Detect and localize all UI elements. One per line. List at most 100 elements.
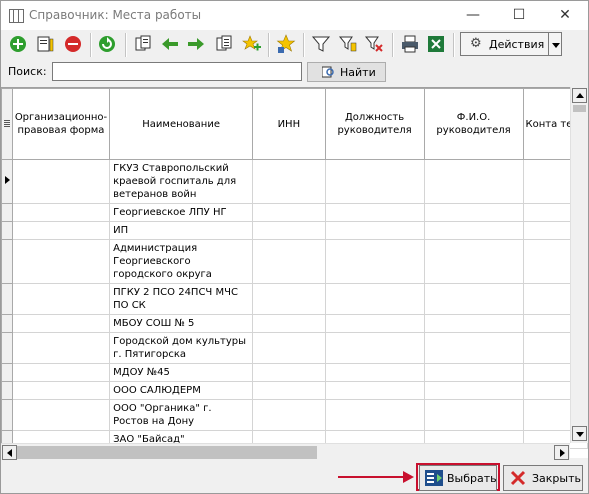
scroll-left-button[interactable] — [2, 445, 17, 460]
actions-dropdown-button[interactable] — [548, 32, 562, 56]
cell-inn[interactable] — [252, 381, 326, 400]
cell-name[interactable]: ПГКУ 2 ПСО 24ПСЧ МЧС ПО СК — [109, 283, 254, 315]
copy-icon[interactable] — [132, 33, 154, 55]
cell-head-name[interactable] — [423, 283, 524, 315]
horizontal-scroll-thumb[interactable] — [17, 446, 317, 459]
table-row[interactable]: Администрация Георгиевского городского о… — [1, 239, 588, 284]
close-window-button[interactable]: ✕ — [542, 1, 588, 30]
cell-position[interactable] — [324, 381, 425, 400]
cell-inn[interactable] — [252, 363, 326, 382]
table-row[interactable]: Георгиевское ЛПУ НГ — [1, 203, 588, 222]
cell-position[interactable] — [324, 221, 425, 240]
cell-form[interactable] — [11, 314, 111, 333]
cell-inn[interactable] — [252, 221, 326, 240]
table-row[interactable]: ИП — [1, 221, 588, 240]
row-indicator[interactable] — [1, 159, 13, 204]
cell-position[interactable] — [324, 239, 425, 284]
cell-head-name[interactable] — [423, 332, 524, 364]
cell-name[interactable]: ГКУЗ Ставропольский краевой госпиталь дл… — [109, 159, 254, 204]
search-input[interactable] — [52, 62, 302, 81]
filter-edit-icon[interactable] — [337, 33, 359, 55]
close-button[interactable]: Закрыть — [503, 465, 583, 491]
cell-head-name[interactable] — [423, 159, 524, 204]
cell-form[interactable] — [11, 159, 111, 204]
column-chooser-icon[interactable] — [1, 88, 13, 160]
cell-name[interactable]: Городской дом культуры г. Пятигорска — [109, 332, 254, 364]
row-indicator[interactable] — [1, 332, 13, 364]
cell-inn[interactable] — [252, 239, 326, 284]
cell-position[interactable] — [324, 363, 425, 382]
cell-position[interactable] — [324, 332, 425, 364]
cell-position[interactable] — [324, 314, 425, 333]
cell-form[interactable] — [11, 332, 111, 364]
vertical-scrollbar[interactable] — [570, 87, 588, 443]
row-indicator[interactable] — [1, 203, 13, 222]
cell-form[interactable] — [11, 283, 111, 315]
table-row[interactable]: ООО САЛЮДЕРМ — [1, 381, 588, 400]
minimize-button[interactable]: — — [450, 1, 496, 30]
cell-form[interactable] — [11, 363, 111, 382]
cell-inn[interactable] — [252, 159, 326, 204]
cell-inn[interactable] — [252, 283, 326, 315]
cell-position[interactable] — [324, 159, 425, 204]
cell-name[interactable]: МБОУ СОШ № 5 — [109, 314, 254, 333]
table-row[interactable]: Городской дом культуры г. Пятигорска — [1, 332, 588, 364]
find-button[interactable]: Найти — [307, 62, 386, 82]
filter-icon[interactable] — [310, 33, 332, 55]
cell-name[interactable]: Администрация Георгиевского городского о… — [109, 239, 254, 284]
scroll-right-button[interactable] — [554, 445, 569, 460]
cell-head-name[interactable] — [423, 399, 524, 431]
row-indicator[interactable] — [1, 283, 13, 315]
cell-name[interactable]: ИП — [109, 221, 254, 240]
cell-position[interactable] — [324, 203, 425, 222]
filter-clear-icon[interactable] — [363, 33, 385, 55]
arrow-right-icon[interactable] — [185, 33, 207, 55]
table-row[interactable]: МБОУ СОШ № 5 — [1, 314, 588, 333]
cell-inn[interactable] — [252, 332, 326, 364]
row-indicator[interactable] — [1, 363, 13, 382]
cell-name[interactable]: ООО "Органика" г. Ростов на Дону — [109, 399, 254, 431]
column-header-form[interactable]: Организационно-правовая форма — [11, 88, 111, 160]
cell-head-name[interactable] — [423, 314, 524, 333]
cell-form[interactable] — [11, 381, 111, 400]
excel-icon[interactable] — [425, 33, 447, 55]
table-row[interactable]: ООО "Органика" г. Ростов на Дону — [1, 399, 588, 431]
cell-form[interactable] — [11, 399, 111, 431]
horizontal-scrollbar[interactable] — [1, 443, 570, 461]
cell-form[interactable] — [11, 203, 111, 222]
column-header-name[interactable]: Наименование — [109, 88, 254, 160]
scroll-up-button[interactable] — [572, 88, 587, 103]
document-icon[interactable] — [213, 33, 235, 55]
cell-name[interactable]: ООО САЛЮДЕРМ — [109, 381, 254, 400]
cell-inn[interactable] — [252, 314, 326, 333]
cell-form[interactable] — [11, 221, 111, 240]
table-row[interactable]: ГКУЗ Ставропольский краевой госпиталь дл… — [1, 159, 588, 204]
vertical-scroll-thumb[interactable] — [573, 105, 586, 112]
actions-button[interactable]: ⚙ Действия — [460, 32, 550, 56]
cell-head-name[interactable] — [423, 381, 524, 400]
row-indicator[interactable] — [1, 381, 13, 400]
star-add-icon[interactable] — [240, 33, 262, 55]
scroll-down-button[interactable] — [572, 426, 587, 441]
table-row[interactable]: ПГКУ 2 ПСО 24ПСЧ МЧС ПО СК — [1, 283, 588, 315]
row-indicator[interactable] — [1, 221, 13, 240]
row-indicator[interactable] — [1, 314, 13, 333]
print-icon[interactable] — [399, 33, 421, 55]
cell-head-name[interactable] — [423, 239, 524, 284]
cell-inn[interactable] — [252, 203, 326, 222]
cell-head-name[interactable] — [423, 203, 524, 222]
favorite-icon[interactable] — [275, 33, 297, 55]
delete-icon[interactable] — [62, 33, 84, 55]
cell-inn[interactable] — [252, 399, 326, 431]
cell-name[interactable]: Георгиевское ЛПУ НГ — [109, 203, 254, 222]
refresh-icon[interactable] — [96, 33, 118, 55]
column-header-head-name[interactable]: Ф.И.О. руководителя — [423, 88, 524, 160]
cell-head-name[interactable] — [423, 221, 524, 240]
table-row[interactable]: МДОУ №45 — [1, 363, 588, 382]
cell-name[interactable]: МДОУ №45 — [109, 363, 254, 382]
cell-form[interactable] — [11, 239, 111, 284]
arrow-left-icon[interactable] — [159, 33, 181, 55]
edit-icon[interactable] — [34, 33, 56, 55]
cell-head-name[interactable] — [423, 363, 524, 382]
maximize-button[interactable]: ☐ — [496, 1, 542, 30]
